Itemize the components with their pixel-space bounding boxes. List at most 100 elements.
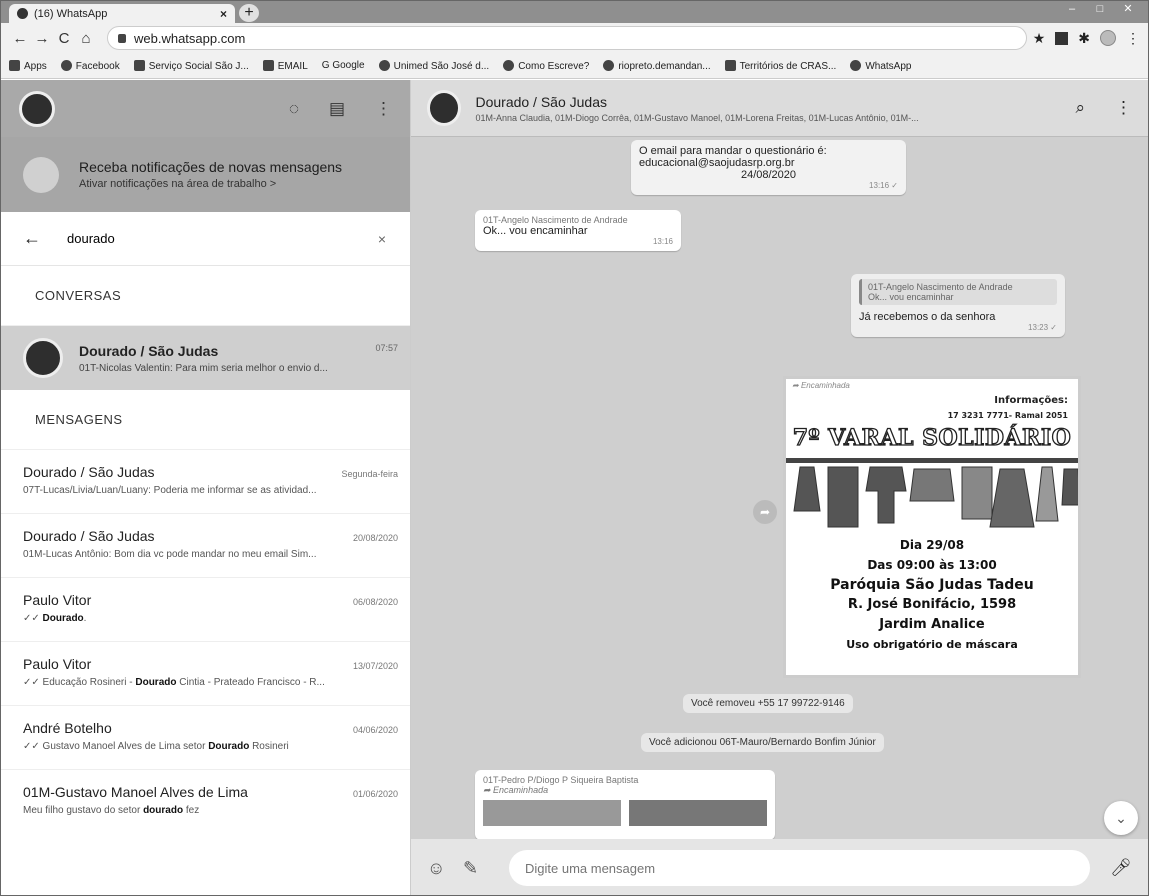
tab-strip: (16) WhatsApp × + – □ ✕ <box>1 1 1148 23</box>
emoji-icon[interactable]: ☺ <box>427 858 463 879</box>
notification-banner[interactable]: Receba notificações de novas mensagens A… <box>1 137 410 212</box>
poster-address: R. José Bonifácio, 1598 <box>847 597 1017 612</box>
poster-title: 7º VARAL SOLIDÁRIO <box>792 424 1072 451</box>
bookmark-google[interactable]: G Google <box>322 60 365 71</box>
bookmarks-bar: Apps Facebook Serviço Social São J... EM… <box>1 53 1148 79</box>
window-controls: – □ ✕ <box>1058 1 1142 17</box>
incoming-message[interactable]: 01T-Pedro P/Diogo P Siqueira Baptista ➦ … <box>475 770 775 840</box>
url-field[interactable]: web.whatsapp.com <box>107 26 1027 50</box>
chat-menu-icon[interactable]: ⋮ <box>1115 98 1132 118</box>
grid-icon <box>262 59 274 71</box>
google-icon: G <box>321 60 333 71</box>
extension-icon[interactable] <box>1055 31 1069 45</box>
menu-dots-icon[interactable]: ⋮ <box>375 99 392 119</box>
message-result[interactable]: Dourado / São Judas Segunda-feira 07T-Luc… <box>1 450 410 514</box>
sidebar-header: ◌ ▤ ⋮ <box>1 80 410 137</box>
unimed-icon <box>378 59 390 71</box>
tab-title: (16) WhatsApp <box>34 7 108 20</box>
new-tab-button[interactable]: + <box>239 4 259 22</box>
microphone-icon[interactable]: 🎤︎ <box>1110 858 1132 878</box>
whatsapp-icon <box>850 59 862 71</box>
quote-text: Ok... vou encaminhar <box>868 292 954 302</box>
quoted-message[interactable]: 01T-Angelo Nascimento de Andrade Ok... v… <box>859 279 1057 305</box>
conversation-time: 07:57 <box>375 342 398 353</box>
forwarded-label: ➦ Encaminhada <box>792 381 850 390</box>
facebook-icon <box>60 59 72 71</box>
bookmark-servico-social[interactable]: Serviço Social São J... <box>133 59 249 72</box>
address-bar: ← → C ⌂ web.whatsapp.com ★ ✱ ⋮ <box>1 23 1148 53</box>
result-time: 13/07/2020 <box>352 661 398 671</box>
image-thumbnail[interactable] <box>483 800 621 826</box>
bookmark-unimed[interactable]: Unimed São José d... <box>378 59 489 72</box>
conversation-header[interactable]: Dourado / São Judas 01M-Anna Claudia, 01… <box>411 80 1148 137</box>
message-result[interactable]: Paulo Vitor 13/07/2020 ✓✓ Educação Rosine… <box>1 642 410 706</box>
new-chat-icon[interactable]: ▤ <box>329 99 345 119</box>
como-escreve-icon <box>503 59 515 71</box>
attach-icon[interactable]: ✎ <box>463 858 499 879</box>
image-thumbnail[interactable] <box>629 800 767 826</box>
conversation-item[interactable]: Dourado / São Judas 07:57 01T-Nicolas Va… <box>1 326 410 390</box>
poster-parish: Paróquia São Judas Tadeu <box>830 577 1034 593</box>
browser-window: (16) WhatsApp × + – □ ✕ ← → C ⌂ web.what… <box>0 0 1149 896</box>
tab-close-icon[interactable]: × <box>220 7 227 21</box>
poster-mask-note: Uso obrigatório de máscara <box>846 638 1018 651</box>
menu-icon[interactable]: ⋮ <box>1126 30 1140 47</box>
back-arrow-icon[interactable]: ← <box>23 228 41 249</box>
search-icon[interactable]: ⌕ <box>1075 98 1085 118</box>
result-preview: ✓✓ Gustavo Manoel Alves de Lima setor Do… <box>23 741 289 752</box>
tab-whatsapp[interactable]: (16) WhatsApp × <box>9 4 235 23</box>
result-time: 20/08/2020 <box>352 533 398 543</box>
search-bar: ← × <box>1 212 410 266</box>
scroll-down-icon[interactable]: ⌄ <box>1104 801 1138 835</box>
result-time: 06/08/2020 <box>352 597 398 607</box>
result-preview: 07T-Lucas/Livia/Luan/Luany: Poderia me i… <box>23 485 317 496</box>
poster-image-message[interactable]: ➦ Encaminhada Informações: 17 3231 7771-… <box>783 376 1081 678</box>
bookmark-facebook[interactable]: Facebook <box>60 59 120 72</box>
message-input[interactable] <box>509 850 1091 886</box>
puzzle-icon[interactable]: ✱ <box>1078 30 1090 47</box>
star-icon[interactable]: ★ <box>1033 30 1046 47</box>
profile-avatar[interactable] <box>1100 30 1116 46</box>
message-author: 01T-Angelo Nascimento de Andrade <box>483 215 628 225</box>
outgoing-message[interactable]: 01T-Angelo Nascimento de Andrade Ok... v… <box>851 274 1065 337</box>
bookmark-apps[interactable]: Apps <box>9 59 47 72</box>
bookmark-whatsapp[interactable]: WhatsApp <box>850 59 911 72</box>
minimize-icon[interactable]: – <box>1058 1 1086 17</box>
poster-day: Dia 29/08 <box>899 538 965 552</box>
poster-details: Dia 29/08 Das 09:00 às 13:00 Paróquia Sã… <box>786 535 1078 655</box>
incoming-message[interactable]: 01T-Angelo Nascimento de Andrade Ok... v… <box>475 210 681 251</box>
bookmark-email[interactable]: EMAIL <box>262 59 308 72</box>
poster-phone: 17 3231 7771- Ramal 2051 <box>947 411 1068 420</box>
conversation-pane: Dourado / São Judas 01M-Anna Claudia, 01… <box>411 80 1148 895</box>
group-avatar[interactable] <box>427 90 462 126</box>
clear-search-icon[interactable]: × <box>378 231 386 247</box>
conversations-header: CONVERSAS <box>1 266 410 326</box>
bookmark-riopreto[interactable]: riopreto.demandan... <box>603 59 711 72</box>
message-text: Já recebemos o da senhora <box>859 311 996 323</box>
apps-icon <box>9 59 20 71</box>
outgoing-message[interactable]: O email para mandar o questionário é: ed… <box>631 140 906 195</box>
bookmark-territorios[interactable]: Territórios de CRAS... <box>724 59 836 72</box>
search-input[interactable] <box>67 231 378 246</box>
message-date: 24/08/2020 <box>740 169 797 181</box>
status-icon[interactable]: ◌ <box>289 99 299 119</box>
message-result[interactable]: André Botelho 04/06/2020 ✓✓ Gustavo Manoe… <box>1 706 410 770</box>
home-icon[interactable]: ⌂ <box>75 30 97 47</box>
result-name: 01M-Gustavo Manoel Alves de Lima <box>23 784 248 800</box>
sidebar: ◌ ▤ ⋮ Receba notificações de novas mensa… <box>1 80 411 895</box>
message-result[interactable]: Paulo Vitor 06/08/2020 ✓✓ Dourado. <box>1 578 410 642</box>
user-avatar[interactable] <box>19 90 55 127</box>
poster-info-title: Informações: <box>994 395 1068 406</box>
close-window-icon[interactable]: ✕ <box>1114 1 1142 17</box>
maximize-icon[interactable]: □ <box>1086 1 1114 17</box>
message-author: 01T-Pedro P/Diogo P Siqueira Baptista <box>483 775 639 785</box>
reload-icon[interactable]: C <box>53 30 75 47</box>
messages-header: MENSAGENS <box>1 390 410 450</box>
bookmark-como-escreve[interactable]: Como Escreve? <box>503 59 589 72</box>
notification-link[interactable]: Ativar notificações na área de trabalho … <box>79 178 342 190</box>
forward-icon[interactable]: → <box>31 30 53 47</box>
forward-icon[interactable]: ➦ <box>753 500 777 524</box>
message-result[interactable]: 01M-Gustavo Manoel Alves de Lima 01/06/20… <box>1 770 410 834</box>
back-icon[interactable]: ← <box>9 30 31 47</box>
message-result[interactable]: Dourado / São Judas 20/08/2020 01M-Lucas … <box>1 514 410 578</box>
